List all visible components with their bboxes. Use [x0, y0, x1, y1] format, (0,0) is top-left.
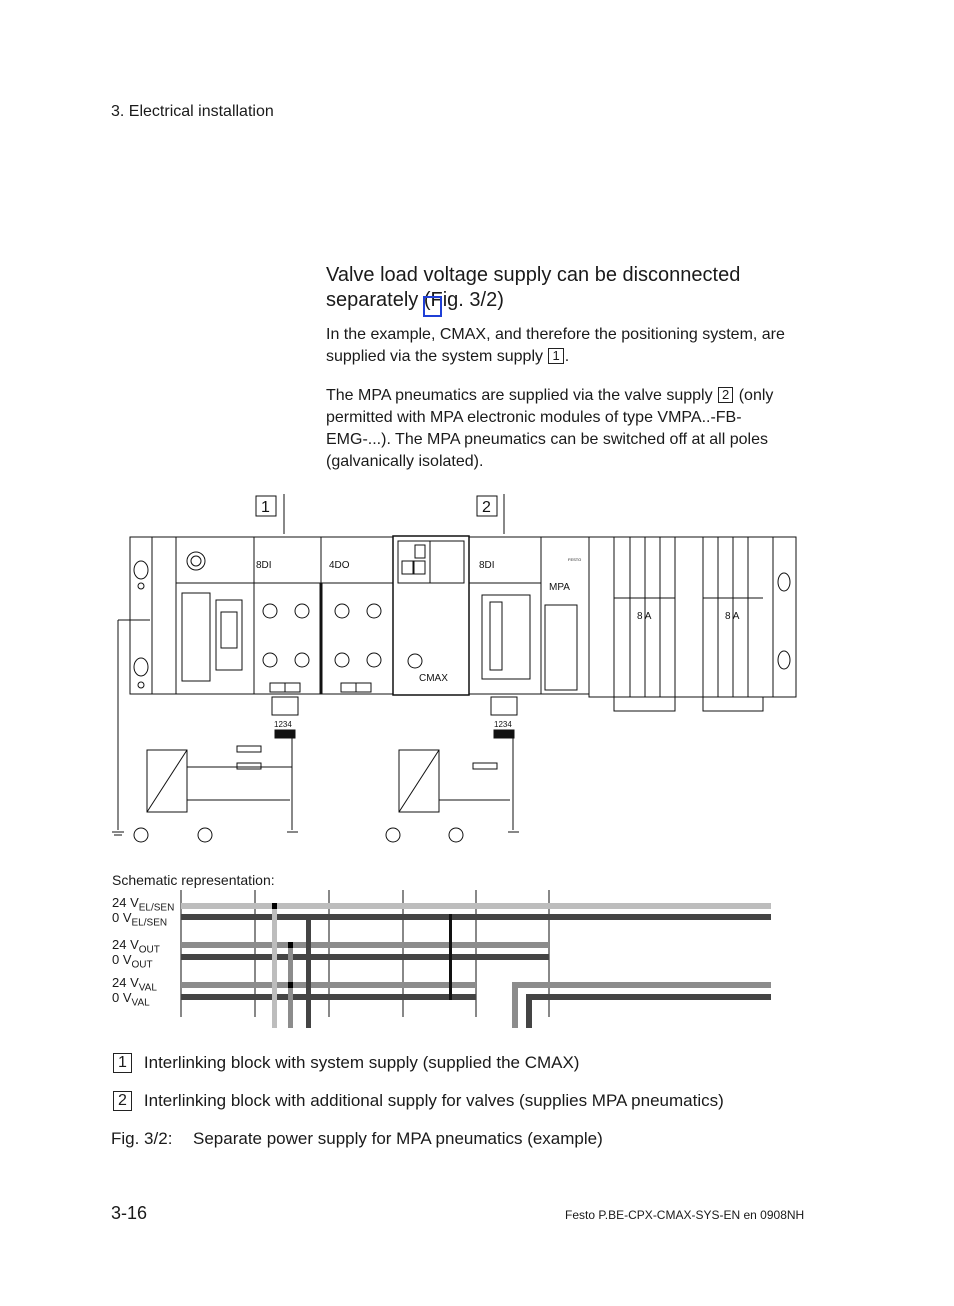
svg-text:8DI: 8DI — [256, 560, 272, 571]
figure-caption: Fig. 3/2: Separate power supply for MPA p… — [111, 1129, 603, 1149]
rail-0v-out — [181, 954, 549, 960]
cpx-terminal-diagram: 1 2 8DI 4DO CMAX 8DI MPA FESTO 8 A 8 A 1… — [112, 494, 797, 843]
section-heading: Valve load voltage supply can be disconn… — [326, 264, 741, 311]
valve-block-1: 8 A — [588, 536, 676, 712]
rail-0v-val — [181, 994, 476, 1000]
module-8di-1: 8DI — [253, 536, 322, 695]
rail-24v-el-sen — [181, 903, 771, 909]
figure-title: Separate power supply for MPA pneumatics… — [193, 1129, 603, 1148]
rail-0v-el-sen — [181, 914, 771, 920]
schematic-diagram — [180, 890, 771, 1028]
paragraph-system-supply: In the example, CMAX, and therefore the … — [326, 324, 796, 368]
svg-text:1234: 1234 — [494, 720, 512, 729]
valve-block-2: 8 A — [674, 536, 774, 712]
module-8di-2: 8DI — [468, 536, 542, 695]
legend-item-1: 1 Interlinking block with system supply (… — [112, 1053, 579, 1073]
page-number: 3-16 — [111, 1203, 148, 1223]
svg-text:8DI: 8DI — [479, 560, 495, 571]
reference-key-1: 1 — [548, 348, 564, 364]
rail-24v-val — [181, 982, 476, 988]
legend-text: Interlinking block with system supply (s… — [143, 1053, 580, 1072]
module-mpa: MPA FESTO — [540, 536, 590, 695]
legend-item-2: 2 Interlinking block with additional supp… — [112, 1091, 724, 1111]
period: . — [564, 348, 570, 365]
selection-cursor-box — [423, 296, 442, 317]
feed-0v — [306, 914, 311, 1028]
paragraph-text: The MPA pneumatics are supplied via the … — [326, 387, 713, 404]
figure-number: Fig. 3/2: — [111, 1129, 173, 1148]
svg-text:1234: 1234 — [274, 720, 292, 729]
rail-24v-out — [181, 942, 549, 948]
right-end-plate — [772, 536, 797, 698]
bus-node-module — [175, 536, 255, 695]
reference-key-2: 2 — [718, 387, 734, 403]
paragraph-valve-supply: The MPA pneumatics are supplied via the … — [326, 385, 796, 473]
callout-1: 1 — [255, 494, 285, 534]
legend-key-1: 1 — [113, 1053, 132, 1073]
svg-text:FESTO: FESTO — [568, 557, 581, 562]
left-end-plate — [129, 536, 177, 695]
svg-text:2: 2 — [482, 499, 491, 516]
legend-text: Interlinking block with additional suppl… — [143, 1091, 724, 1110]
rail-0v-val-ext — [526, 994, 771, 1028]
module-4do: 4DO — [319, 536, 394, 695]
module-cmax: CMAX — [392, 535, 470, 696]
svg-text:1: 1 — [261, 499, 270, 516]
supply-circuit-2: 1234 — [385, 696, 519, 843]
svg-text:8 A: 8 A — [637, 611, 652, 622]
legend-key-2: 2 — [113, 1091, 132, 1111]
svg-text:CMAX: CMAX — [419, 673, 448, 684]
rail-24v-val-ext — [512, 982, 771, 1028]
svg-text:4DO: 4DO — [329, 560, 350, 571]
svg-text:MPA: MPA — [549, 582, 570, 593]
chapter-header: 3. Electrical installation — [111, 103, 274, 120]
feed-24v-el-sen — [272, 903, 277, 1028]
bridge-0v — [449, 914, 452, 1000]
svg-text:8 A: 8 A — [725, 611, 740, 622]
callout-2: 2 — [476, 494, 505, 534]
document-id: Festo P.BE-CPX-CMAX-SYS-EN en 0908NH — [565, 1208, 805, 1222]
